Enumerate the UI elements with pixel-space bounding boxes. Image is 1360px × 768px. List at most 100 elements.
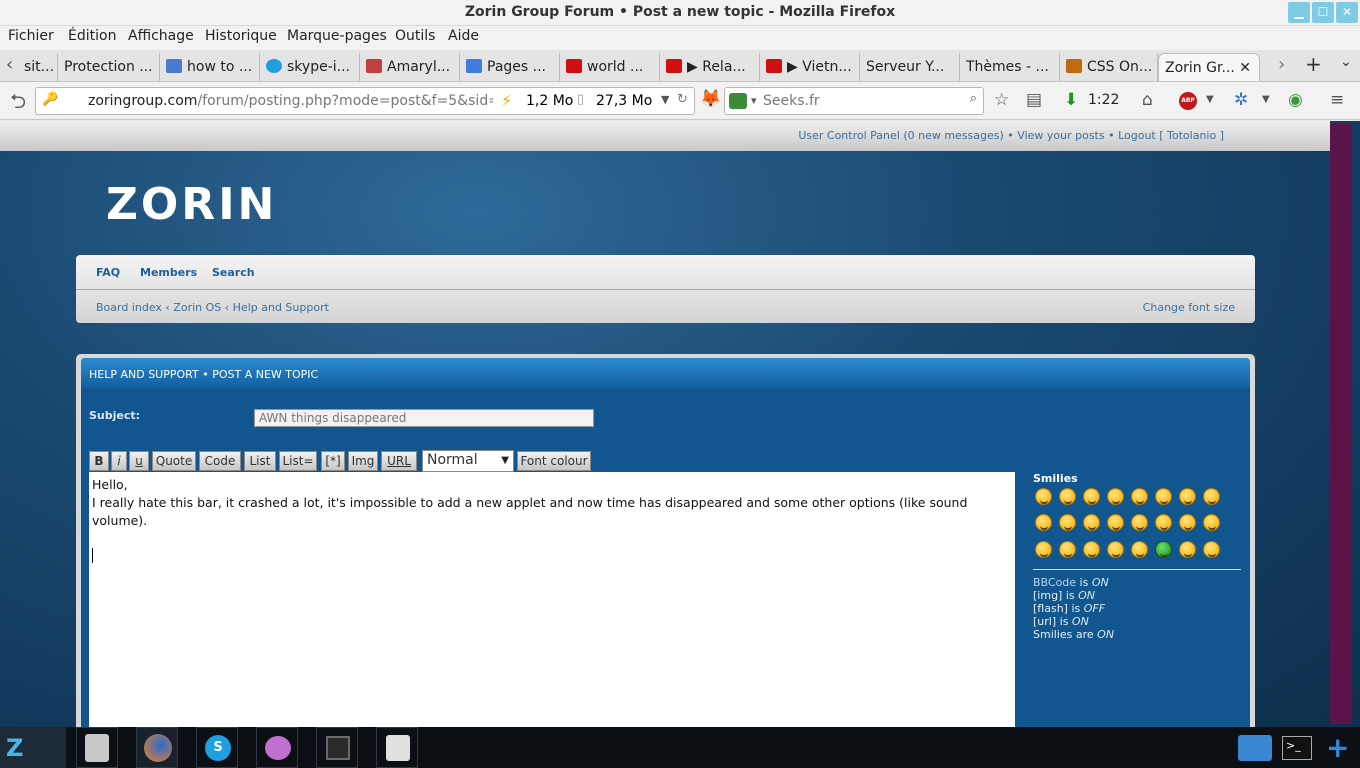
zorin-logo[interactable]: ZORIN	[106, 179, 277, 230]
font-size-select[interactable]: Normal ▼	[422, 450, 514, 472]
underline-button[interactable]: u	[129, 451, 149, 471]
tab-0[interactable]: sit...	[18, 53, 58, 81]
download-icon[interactable]: ⬇	[1064, 90, 1078, 110]
code-button[interactable]: Code	[199, 451, 241, 471]
new-tab-icon[interactable]: +	[1305, 52, 1322, 76]
tab-12-active[interactable]: Zorin Gr... ✕	[1158, 53, 1260, 81]
seeks-icon[interactable]	[729, 93, 747, 109]
faq-link[interactable]: FAQ	[96, 266, 120, 279]
smiley-icon[interactable]	[1203, 488, 1220, 505]
tab-2[interactable]: how to ...	[160, 53, 260, 81]
menu-edit[interactable]: Édition	[68, 28, 116, 44]
menu-bookmarks[interactable]: Marque-pages	[287, 28, 387, 44]
menu-tools[interactable]: Outils	[395, 28, 435, 44]
change-font-size-link[interactable]: Change font size	[1143, 301, 1235, 314]
italic-button[interactable]: i	[111, 451, 127, 471]
search-link[interactable]: Search	[212, 266, 255, 279]
tabs-scroll-right-icon[interactable]: ›	[1278, 54, 1285, 75]
reload-icon[interactable]: ↻	[677, 92, 688, 107]
menu-hamburger-icon[interactable]: ≡	[1330, 90, 1344, 110]
bbcode-link[interactable]: BBCode	[1033, 576, 1076, 589]
tab-8[interactable]: ▶ Vietn...	[760, 53, 860, 81]
tab-7[interactable]: ▶ Rela...	[660, 53, 760, 81]
back-icon[interactable]: ⮌	[10, 87, 26, 121]
taskbar-app-files[interactable]	[76, 727, 118, 768]
taskbar-app-pidgin[interactable]	[256, 727, 298, 768]
menu-help[interactable]: Aide	[448, 28, 479, 44]
menu-view[interactable]: Affichage	[128, 28, 194, 44]
user-control-panel-links[interactable]: User Control Panel (0 new messages) • Vi…	[798, 129, 1224, 142]
font-colour-button[interactable]: Font colour	[517, 451, 591, 471]
tab-11[interactable]: CSS On...	[1060, 53, 1158, 81]
smiley-icon[interactable]	[1131, 488, 1148, 505]
taskbar-app-firefox[interactable]	[136, 727, 178, 768]
smiley-icon[interactable]	[1155, 488, 1172, 505]
smiley-icon[interactable]	[1179, 514, 1196, 531]
smiley-icon[interactable]	[1035, 514, 1052, 531]
subject-input[interactable]: AWN things disappeared	[254, 409, 594, 427]
list-item-button[interactable]: [*]	[321, 451, 345, 471]
taskbar-app-skype[interactable]: S	[196, 727, 238, 768]
adblock-dropdown-icon[interactable]: ▼	[1206, 94, 1214, 105]
taskbar-app-player[interactable]	[316, 727, 358, 768]
folder-icon[interactable]	[1238, 735, 1272, 761]
quote-button[interactable]: Quote	[152, 451, 196, 471]
network-icon[interactable]: ✲	[1234, 90, 1248, 110]
smiley-icon[interactable]	[1107, 488, 1124, 505]
reading-list-icon[interactable]: ▤	[1026, 90, 1042, 110]
smiley-icon[interactable]	[1179, 488, 1196, 505]
smiley-icon[interactable]	[1059, 488, 1076, 505]
network-dropdown-icon[interactable]: ▼	[1262, 94, 1270, 105]
terminal-icon[interactable]: >_	[1282, 736, 1312, 760]
menu-history[interactable]: Historique	[205, 28, 277, 44]
smiley-icon[interactable]	[1059, 514, 1076, 531]
zorin-menu-button[interactable]: Z	[0, 727, 66, 768]
tab-list-icon[interactable]: ⌄	[1340, 54, 1352, 70]
search-dropdown-icon[interactable]: ▾	[751, 94, 757, 107]
tab-9[interactable]: Serveur Y...	[860, 53, 960, 81]
smiley-icon[interactable]	[1131, 514, 1148, 531]
list-ordered-button[interactable]: List=	[279, 451, 317, 471]
smiley-icon[interactable]	[1131, 541, 1148, 558]
smiley-icon[interactable]	[1083, 541, 1100, 558]
tab-6[interactable]: world ...	[560, 53, 660, 81]
smiley-icon[interactable]	[1155, 541, 1172, 558]
minimize-button[interactable]: ▁	[1288, 2, 1310, 23]
smiley-icon[interactable]	[1203, 514, 1220, 531]
identity-icon[interactable]: 🔑	[42, 92, 58, 107]
message-textarea[interactable]: Hello, I really hate this bar, it crashe…	[89, 472, 1015, 727]
tab-10[interactable]: Thèmes - ...	[960, 53, 1060, 81]
members-link[interactable]: Members	[140, 266, 197, 279]
home-icon[interactable]: ⌂	[1142, 90, 1153, 110]
search-bar[interactable]: ▾ Seeks.fr ⌕	[724, 87, 984, 115]
tab-5[interactable]: Pages ...	[460, 53, 560, 81]
smiley-icon[interactable]	[1107, 514, 1124, 531]
search-icon[interactable]: ⌕	[970, 91, 977, 106]
tab-4[interactable]: Amaryl...	[360, 53, 460, 81]
url-button[interactable]: URL	[381, 451, 417, 471]
url-text[interactable]: zoringroup.com/forum/posting.php?mode=po…	[88, 93, 493, 109]
adblock-icon[interactable]: ABP	[1179, 92, 1197, 110]
smiley-icon[interactable]	[1155, 514, 1172, 531]
smiley-icon[interactable]	[1035, 541, 1052, 558]
img-button[interactable]: Img	[348, 451, 378, 471]
dropdown-icon[interactable]: ▼	[661, 93, 669, 106]
close-tab-icon[interactable]: ✕	[1239, 60, 1251, 76]
taskbar-app-installer[interactable]	[376, 727, 418, 768]
close-button[interactable]: ✕	[1336, 2, 1358, 23]
smiley-icon[interactable]	[1107, 541, 1124, 558]
url-bar[interactable]: 🔑 zoringroup.com/forum/posting.php?mode=…	[35, 87, 695, 115]
tab-3[interactable]: skype-i...	[260, 53, 360, 81]
smiley-icon[interactable]	[1035, 488, 1052, 505]
list-button[interactable]: List	[244, 451, 276, 471]
add-icon[interactable]: +	[1326, 731, 1349, 764]
smiley-icon[interactable]	[1203, 541, 1220, 558]
fox-icon[interactable]: 🦊	[700, 89, 721, 109]
smiley-icon[interactable]	[1179, 541, 1196, 558]
tab-1[interactable]: Protection ...	[58, 53, 160, 81]
tabs-scroll-left-icon[interactable]: ‹	[6, 54, 13, 75]
breadcrumb[interactable]: Board index ‹ Zorin OS ‹ Help and Suppor…	[96, 301, 329, 314]
maximize-button[interactable]: ☐	[1312, 2, 1334, 23]
smiley-icon[interactable]	[1059, 541, 1076, 558]
extension-icon[interactable]: ◉	[1288, 90, 1303, 110]
